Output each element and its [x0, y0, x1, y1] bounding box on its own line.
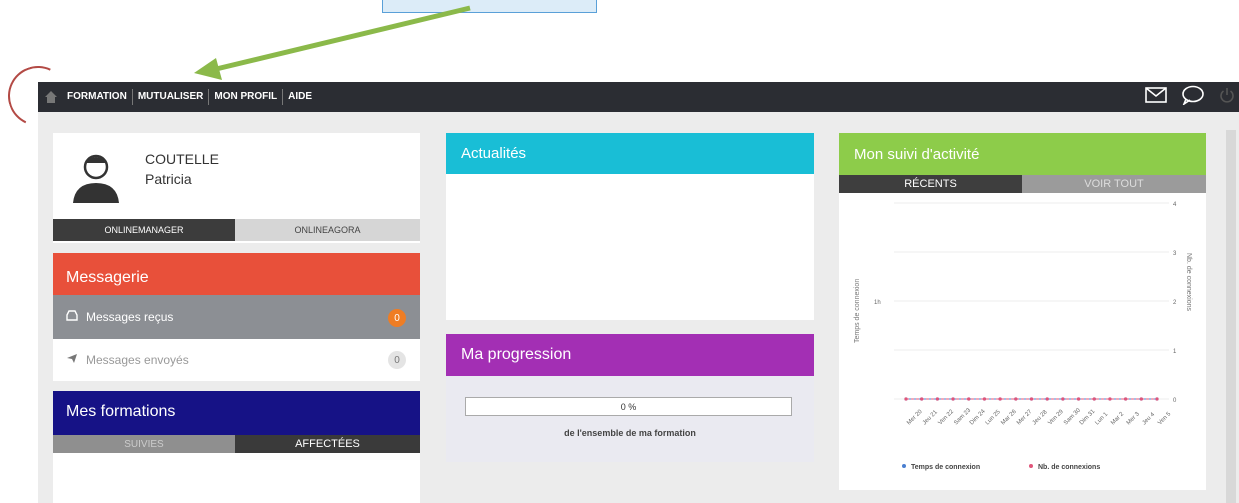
send-icon [66, 353, 78, 367]
chart-point [920, 397, 924, 401]
activity-chart: 0 1 2 3 4 1h Temps de connexion Nb. de connexio… [854, 202, 1192, 471]
scrollbar[interactable] [1226, 130, 1236, 503]
formations-header: Mes formations [53, 391, 420, 435]
chart-point [935, 397, 939, 401]
chart-point [1029, 397, 1034, 401]
platform-tabs: ONLINEMANAGER ONLINEAGORA [53, 219, 420, 241]
progress-percent: 0 % [620, 401, 637, 412]
suivi-tabs: RÉCENTS VOIR TOUT [839, 175, 1206, 193]
chart-left-axis-title: Temps de connexion [854, 279, 861, 343]
tab-online-manager[interactable]: ONLINEMANAGER [53, 219, 235, 241]
suivi-header: Mon suivi d'activité [839, 133, 1206, 175]
chart-x-tick-label: Mar 26 [1000, 408, 1018, 426]
chart-point [1076, 397, 1081, 401]
chart-right-tick-label: 2 [1173, 300, 1177, 306]
chart-x-tick-label: Dim 24 [969, 408, 987, 426]
received-count-badge: 0 [388, 309, 406, 327]
progress-caption: de l'ensemble de ma formation [564, 428, 696, 438]
envelope-icon[interactable] [1145, 86, 1167, 108]
chart-x-tick-label: Mer 3 [1126, 411, 1142, 427]
chart-point [967, 397, 971, 401]
chart-point [1092, 397, 1096, 401]
chart-right-tick-label: 4 [1173, 202, 1177, 208]
formations-tabs: SUIVIES AFFECTÉES [53, 435, 420, 453]
nav-formation[interactable]: FORMATION [62, 89, 133, 105]
messages-received-label: Messages reçus [86, 310, 174, 324]
profile-last-name: COUTELLE [145, 151, 219, 167]
chart-point [1139, 397, 1143, 401]
actualites-body [446, 174, 814, 320]
chat-bubble-icon[interactable] [1181, 85, 1205, 110]
chart-x-tick-label: Jeu 4 [1141, 411, 1156, 426]
chart-x-tick-label: Mar 2 [1110, 411, 1126, 427]
chart-point [1045, 397, 1049, 401]
chart-x-tick-label: Ven 29 [1047, 408, 1065, 426]
avatar [67, 147, 125, 205]
chart-legend-label: Temps de connexion [911, 464, 980, 471]
chart-x-tick-label: Dim 31 [1079, 408, 1097, 426]
chart-x-tick-label: Jeu 21 [922, 409, 939, 426]
chart-point [982, 397, 987, 401]
nav-aide[interactable]: AIDE [283, 89, 317, 105]
chart-x-tick-label: Lun 25 [985, 409, 1003, 427]
progression-body: 0 % de l'ensemble de ma formation [446, 376, 814, 462]
progression-header: Ma progression [446, 334, 814, 376]
chart-legend-label: Nb. de connexions [1038, 464, 1100, 471]
chart-x-tick-label: Jeu 28 [1032, 409, 1049, 426]
chart-right-tick-label: 0 [1173, 398, 1177, 404]
nav-mutualiser[interactable]: MUTUALISER [133, 89, 210, 105]
nav-actions [1145, 85, 1239, 110]
page: FORMATION MUTUALISER MON PROFIL AIDE COU… [0, 0, 1239, 503]
messages-sent-row[interactable]: Messages envoyés 0 [53, 339, 420, 381]
activity-chart-panel: 0 1 2 3 4 1h Temps de connexion Nb. de connexio… [839, 193, 1206, 490]
progress-bar: 0 % [465, 397, 792, 416]
profile-first-name: Patricia [145, 171, 192, 187]
chart-x-tick-label: Ven 22 [938, 408, 956, 426]
chart-point [951, 397, 955, 401]
chart-x-tick-label: Ven 5 [1157, 411, 1173, 427]
chart-point [998, 397, 1002, 401]
chart-x-tick-label: Mer 20 [906, 408, 924, 426]
tab-online-agora[interactable]: ONLINEAGORA [235, 219, 420, 241]
top-nav-bar: FORMATION MUTUALISER MON PROFIL AIDE [38, 82, 1239, 112]
tab-recents[interactable]: RÉCENTS [839, 175, 1022, 193]
highlighted-link[interactable] [382, 0, 597, 13]
messages-sent-label: Messages envoyés [86, 353, 189, 367]
tab-voir-tout[interactable]: VOIR TOUT [1022, 175, 1206, 193]
power-icon[interactable] [1219, 87, 1235, 108]
chart-legend-marker [902, 464, 906, 468]
nav-mon-profil[interactable]: MON PROFIL [209, 89, 284, 105]
chart-point [1014, 397, 1018, 401]
formations-body [53, 453, 420, 503]
chart-x-tick-label: Mer 27 [1016, 408, 1034, 426]
chart-x-tick-label: Lun 1 [1094, 411, 1109, 426]
messagerie-header: Messagerie [53, 253, 420, 295]
tab-suivies[interactable]: SUIVIES [53, 435, 235, 453]
chart-point [1061, 397, 1065, 401]
chart-point [1155, 397, 1159, 401]
chart-legend-marker [1029, 464, 1033, 468]
sent-count-badge: 0 [388, 351, 406, 369]
inbox-icon [66, 310, 78, 324]
chart-left-tick-label: 1h [874, 300, 881, 306]
chart-point [904, 397, 908, 401]
messages-received-row[interactable]: Messages reçus 0 [53, 295, 420, 339]
chart-point [1108, 397, 1112, 401]
chart-point [1124, 397, 1128, 401]
actualites-header: Actualités [446, 133, 814, 174]
chart-right-tick-label: 3 [1173, 251, 1177, 257]
tab-affectees[interactable]: AFFECTÉES [235, 435, 420, 453]
chart-right-tick-label: 1 [1173, 349, 1177, 355]
chart-right-axis-title: Nb. de connexions [1185, 253, 1192, 311]
